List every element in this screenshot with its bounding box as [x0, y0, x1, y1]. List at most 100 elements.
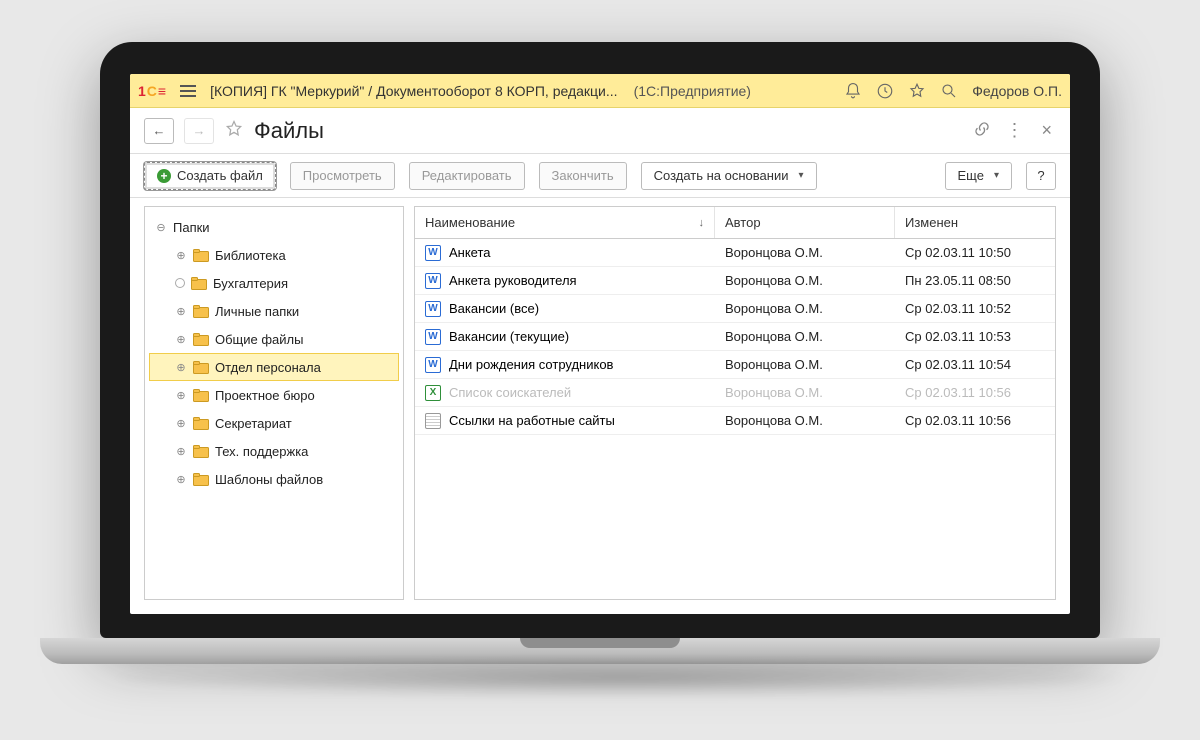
- edit-button[interactable]: Редактировать: [409, 162, 525, 190]
- cell-modified: Ср 02.03.11 10:53: [895, 329, 1055, 344]
- file-name: Ссылки на работные сайты: [449, 413, 615, 428]
- tree-item[interactable]: ⊕ Шаблоны файлов: [149, 465, 399, 493]
- tree-root[interactable]: ⊖ Папки: [149, 213, 399, 241]
- tree-item-label: Шаблоны файлов: [215, 472, 323, 487]
- table-row[interactable]: WАнкетаВоронцова О.М.Ср 02.03.11 10:50: [415, 239, 1055, 267]
- tree-item-label: Секретариат: [215, 416, 292, 431]
- tree-item-label: Тех. поддержка: [215, 444, 308, 459]
- tree-item[interactable]: ⊕ Общие файлы: [149, 325, 399, 353]
- nav-forward-button[interactable]: →: [184, 118, 214, 144]
- history-icon[interactable]: [876, 82, 894, 100]
- create-file-button[interactable]: + Создать файл: [144, 162, 276, 190]
- cell-modified: Ср 02.03.11 10:52: [895, 301, 1055, 316]
- expand-icon[interactable]: ⊕: [175, 333, 187, 345]
- tree-item[interactable]: ⊕Отдел персонала: [149, 353, 399, 381]
- folder-tree: ⊖ Папки ⊕ Библиотека Бухгалтерия⊕Личные па…: [145, 207, 403, 499]
- tree-item[interactable]: Бухгалтерия: [149, 269, 399, 297]
- search-icon[interactable]: [940, 82, 958, 100]
- cell-author: Воронцова О.М.: [715, 413, 895, 428]
- cell-name: W Анкета: [415, 245, 715, 261]
- tree-item-label: Общие файлы: [215, 332, 303, 347]
- word-file-icon: W: [425, 245, 441, 261]
- folder-icon: [193, 389, 209, 402]
- logo-1c: 1C≡: [138, 83, 166, 99]
- cell-author: Воронцова О.М.: [715, 357, 895, 372]
- cell-author: Воронцова О.М.: [715, 329, 895, 344]
- expand-icon[interactable]: ⊕: [175, 417, 187, 429]
- expand-icon[interactable]: ⊕: [175, 305, 187, 317]
- tree-item-label: Проектное бюро: [215, 388, 315, 403]
- col-author[interactable]: Автор: [715, 207, 895, 238]
- tree-item[interactable]: ⊕ Тех. поддержка: [149, 437, 399, 465]
- plus-icon: +: [157, 169, 171, 183]
- table-row[interactable]: WАнкета руководителяВоронцова О.М.Пн 23.…: [415, 267, 1055, 295]
- expand-icon[interactable]: ⊕: [175, 389, 187, 401]
- table-row[interactable]: Ссылки на работные сайтыВоронцова О.М.Ср…: [415, 407, 1055, 435]
- col-modified[interactable]: Изменен: [895, 207, 1055, 238]
- window-subtitle: (1С:Предприятие): [634, 83, 751, 99]
- folder-icon: [193, 473, 209, 486]
- finish-button[interactable]: Закончить: [539, 162, 627, 190]
- cell-modified: Пн 23.05.11 08:50: [895, 273, 1055, 288]
- table-row[interactable]: W Вакансии (текущие) Воронцова О.М.Ср 02.0…: [415, 323, 1055, 351]
- expand-icon[interactable]: ⊕: [175, 473, 187, 485]
- star-icon[interactable]: [908, 82, 926, 100]
- tree-item[interactable]: ⊕ Проектное бюро: [149, 381, 399, 409]
- txt-file-icon: [425, 413, 441, 429]
- expand-icon[interactable]: ⊕: [175, 249, 187, 261]
- favorite-toggle[interactable]: [224, 119, 244, 142]
- folder-icon: [193, 361, 209, 374]
- more-button[interactable]: Еще▾: [945, 162, 1012, 190]
- user-name[interactable]: Федоров О.П.: [972, 83, 1062, 99]
- main-split: ⊖ Папки ⊕ Библиотека Бухгалтерия⊕Личные па…: [130, 198, 1070, 614]
- kebab-icon[interactable]: ⋮: [1005, 120, 1023, 141]
- table-body: W Анкета Воронцова О.М. Ср 02.03.11 10:50 WА…: [415, 239, 1055, 435]
- link-icon[interactable]: [973, 120, 991, 141]
- shadow: [100, 658, 1140, 698]
- tree-item[interactable]: ⊕ Библиотека: [149, 241, 399, 269]
- excel-file-icon: X: [425, 385, 441, 401]
- help-button[interactable]: ?: [1026, 162, 1056, 190]
- table-header: Наименование ↓ Автор Изменен: [415, 207, 1055, 239]
- cell-name: WАнкета руководителя: [415, 273, 715, 289]
- col-name[interactable]: Наименование ↓: [415, 207, 715, 238]
- tree-item[interactable]: ⊕Личные папки: [149, 297, 399, 325]
- create-based-on-button[interactable]: Создать на основании▾: [641, 162, 817, 190]
- folder-icon: [191, 277, 207, 290]
- cell-name: W Вакансии (текущие): [415, 329, 715, 345]
- cell-name: Ссылки на работные сайты: [415, 413, 715, 429]
- create-file-label: Создать файл: [177, 168, 263, 183]
- table-row[interactable]: WДни рождения сотрудниковВоронцова О.М.С…: [415, 351, 1055, 379]
- file-name: Анкета: [449, 245, 491, 260]
- expand-icon[interactable]: ⊕: [175, 445, 187, 457]
- main-menu-button[interactable]: [176, 81, 200, 101]
- sort-indicator-icon: ↓: [699, 217, 705, 229]
- window-title: [КОПИЯ] ГК "Меркурий" / Документооборот …: [210, 83, 617, 99]
- loading-icon[interactable]: [175, 278, 185, 288]
- tree-item-label: Библиотека: [215, 248, 286, 263]
- table-row[interactable]: XСписок соискателейВоронцова О.М.Ср 02.0…: [415, 379, 1055, 407]
- view-button[interactable]: Просмотреть: [290, 162, 395, 190]
- cell-author: Воронцова О.М.: [715, 385, 895, 400]
- app-window: 1C≡ [КОПИЯ] ГК "Меркурий" / Документообо…: [130, 74, 1070, 614]
- folder-icon: [193, 249, 209, 262]
- nav-back-button[interactable]: ←: [144, 118, 174, 144]
- cell-modified: Ср 02.03.11 10:50: [895, 245, 1055, 260]
- toolbar: + Создать файл Просмотреть Редактировать…: [130, 154, 1070, 198]
- collapse-icon[interactable]: ⊖: [155, 221, 167, 233]
- table-row[interactable]: WВакансии (все)Воронцова О.М.Ср 02.03.11…: [415, 295, 1055, 323]
- word-file-icon: W: [425, 329, 441, 345]
- bell-icon[interactable]: [844, 82, 862, 100]
- page-header: ← → Файлы ⋮ ×: [130, 108, 1070, 154]
- word-file-icon: W: [425, 301, 441, 317]
- file-name: Вакансии (текущие): [449, 329, 569, 344]
- tree-item[interactable]: ⊕ Секретариат: [149, 409, 399, 437]
- cell-name: WВакансии (все): [415, 301, 715, 317]
- expand-icon[interactable]: ⊕: [175, 361, 187, 373]
- folder-icon: [193, 445, 209, 458]
- tree-root-label: Папки: [173, 220, 210, 235]
- close-button[interactable]: ×: [1037, 120, 1056, 141]
- cell-modified: Ср 02.03.11 10:54: [895, 357, 1055, 372]
- file-name: Список соискателей: [449, 385, 571, 400]
- word-file-icon: W: [425, 357, 441, 373]
